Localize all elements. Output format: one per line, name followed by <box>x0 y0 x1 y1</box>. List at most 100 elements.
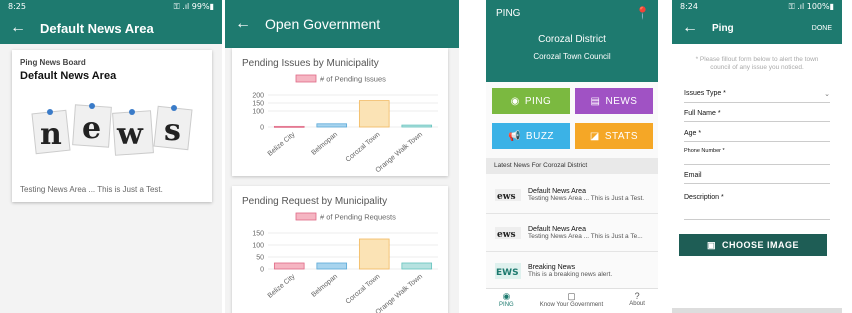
full-name-field[interactable]: Full Name * <box>684 110 830 122</box>
news-thumbnail: ews <box>495 188 521 202</box>
bar[interactable] <box>358 238 390 270</box>
news-tile[interactable]: ▤ NEWS <box>575 88 653 114</box>
book-icon: ▢ <box>567 291 576 301</box>
field-label: Phone Number * <box>684 148 725 154</box>
bar[interactable] <box>401 262 433 270</box>
choose-image-button[interactable]: ▣ CHOOSE IMAGE <box>679 234 827 256</box>
screen-ping-home: PING 📍 Corozal District Corozal Town Cou… <box>486 0 658 313</box>
nav-ping[interactable]: ◉ PING <box>499 289 514 313</box>
x-tick-label: Orange Walk Town <box>375 131 425 174</box>
x-tick-label: Belize City <box>267 131 297 158</box>
newspaper-icon: ▤ <box>590 95 601 107</box>
megaphone-icon: 📢 <box>507 130 521 142</box>
x-tick-label: Belmopan <box>310 273 339 299</box>
bar[interactable] <box>273 125 305 128</box>
x-tick-label: Corozal Town <box>345 273 382 306</box>
ping-tile[interactable]: ◉ PING <box>492 88 570 114</box>
y-tick-label: 150 <box>252 231 264 238</box>
nav-label: PING <box>499 302 514 308</box>
button-label: CHOOSE IMAGE <box>722 240 800 250</box>
help-icon: ? <box>634 291 640 301</box>
bottom-edge <box>672 308 842 313</box>
legend-label: # of Pending Requests <box>320 213 396 222</box>
news-letter: w <box>116 117 144 152</box>
list-item[interactable]: EWS Breaking News This is a breaking new… <box>486 252 658 290</box>
age-field[interactable]: Age * <box>684 130 830 142</box>
bar[interactable] <box>316 123 348 128</box>
council-name: Corozal Town Council <box>533 52 611 61</box>
news-card-footer: Testing News Area ... This is Just a Tes… <box>20 185 163 194</box>
y-tick-label: 50 <box>256 255 264 262</box>
chart-card-requests: Pending Request by Municipality # of Pen… <box>232 186 448 313</box>
chart-legend: # of Pending Requests <box>295 213 396 222</box>
y-tick-label: 150 <box>252 101 264 108</box>
page-title: Ping <box>712 22 734 34</box>
nav-about[interactable]: ? About <box>629 289 645 313</box>
latest-news-header: Latest News For Corozal District <box>486 158 658 174</box>
description-field[interactable]: Description * <box>684 194 830 220</box>
news-card[interactable]: Ping News Board Default News Area n e w … <box>12 50 212 202</box>
header: PING 📍 Corozal District Corozal Town Cou… <box>486 0 658 82</box>
news-board-label: Ping News Board <box>20 58 86 67</box>
news-letter-tile: e <box>72 103 112 148</box>
news-letter: e <box>82 111 101 146</box>
image-icon: ▣ <box>706 239 716 250</box>
legend-swatch <box>295 74 317 83</box>
chart-title: Pending Issues by Municipality <box>242 58 379 69</box>
svg-text:EWS: EWS <box>496 268 519 278</box>
x-tick-label: Belmopan <box>310 131 339 157</box>
back-arrow-icon[interactable]: ← <box>235 15 251 33</box>
status-time: 8:24 <box>680 2 698 11</box>
news-desc: Testing News Area ... This is Just a Tes… <box>528 194 645 202</box>
done-button[interactable]: DONE <box>812 25 832 32</box>
svg-text:ews: ews <box>497 230 516 240</box>
pin-icon: ◉ <box>510 95 520 107</box>
nav-label: About <box>629 301 645 307</box>
page-title: Default News Area <box>40 20 154 36</box>
nav-know-your-government[interactable]: ▢ Know Your Government <box>540 289 603 313</box>
location-pin-icon[interactable]: 📍 <box>635 6 650 20</box>
news-desc: This is a breaking news alert. <box>528 271 613 278</box>
news-image: n e w s <box>31 103 193 156</box>
app-bar: ← Default News Area <box>0 12 222 44</box>
news-thumbnail: EWS <box>495 263 521 279</box>
news-desc: Testing News Area ... This is Just a Te.… <box>528 232 643 240</box>
chart-issues: # of Pending Issues 0 100150200 Belize City… <box>252 74 438 174</box>
news-card-title: Default News Area <box>20 70 117 82</box>
back-arrow-icon[interactable]: ← <box>682 19 698 37</box>
y-tick-label: 100 <box>252 109 264 116</box>
issue-type-select[interactable]: Issues Type * ⌄ <box>684 90 830 103</box>
y-tick-label: 200 <box>252 93 264 100</box>
page-title: Open Government <box>265 16 381 32</box>
buzz-tile[interactable]: 📢 BUZZ <box>492 123 570 149</box>
tile-label: STATS <box>604 130 639 142</box>
chart-requests: # of Pending Requests 0 50 100 150 Belize Cit… <box>252 213 438 313</box>
status-icons: ⚿ .ıl 99%▮ <box>173 2 214 11</box>
list-item[interactable]: ews Default News Area Testing News Area … <box>486 176 658 214</box>
tile-label: NEWS <box>605 95 638 107</box>
app-label: PING <box>496 8 521 19</box>
pin-icon: ◉ <box>502 291 511 301</box>
bar[interactable] <box>273 262 305 270</box>
form-hint: * Please fillout form below to alert the… <box>695 56 819 72</box>
y-tick-label: 100 <box>252 243 264 250</box>
phone-field[interactable]: Phone Number * <box>684 148 830 165</box>
field-label: Full Name * <box>684 110 721 117</box>
chart-icon: ◪ <box>589 130 600 142</box>
news-letter: n <box>40 117 62 152</box>
stats-tile[interactable]: ◪ STATS <box>575 123 653 149</box>
field-label: Age * <box>684 130 702 137</box>
bar[interactable] <box>316 262 348 270</box>
bar[interactable] <box>358 100 390 128</box>
chart-title: Pending Request by Municipality <box>242 196 388 207</box>
y-tick-label: 0 <box>260 125 264 132</box>
email-field[interactable]: Email <box>684 172 830 184</box>
x-tick-label: Belize City <box>267 273 297 300</box>
y-tick-label: 0 <box>260 267 264 274</box>
screen-open-government: ← Open Government Pending Issues by Muni… <box>225 0 459 313</box>
list-item[interactable]: ews Default News Area Testing News Area … <box>486 214 658 252</box>
tile-label: BUZZ <box>525 130 555 142</box>
bar[interactable] <box>401 124 433 128</box>
nav-label: Know Your Government <box>539 302 604 308</box>
back-arrow-icon[interactable]: ← <box>10 19 26 37</box>
